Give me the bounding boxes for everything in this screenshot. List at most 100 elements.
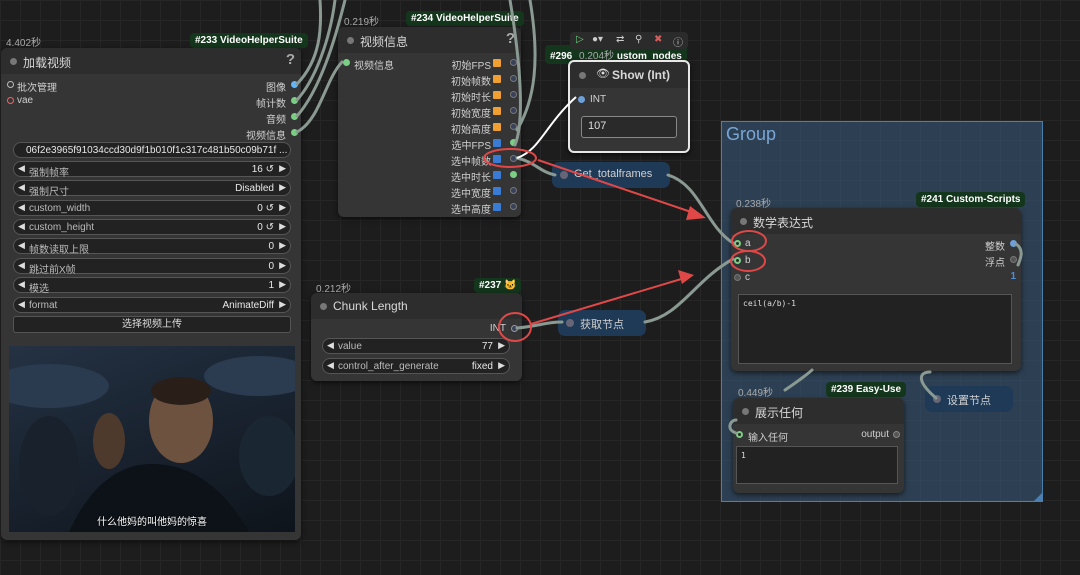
decrement-icon[interactable]: ◀ [18, 260, 25, 271]
help-icon[interactable]: ? [286, 51, 295, 68]
node239-header[interactable]: 展示任何 [733, 398, 904, 424]
set-node-dot[interactable] [933, 395, 941, 403]
force-rate-widget[interactable]: ◀ 强制帧率 16 ↺ ▶ [13, 161, 291, 179]
int-input-socket[interactable] [578, 96, 585, 103]
pin-icon[interactable]: ⚲ [635, 34, 642, 45]
float-output-socket[interactable] [1010, 256, 1017, 263]
bypass-icon[interactable]: ⇄ [616, 34, 624, 45]
selected-width-socket[interactable] [510, 187, 517, 194]
video-info-output-socket[interactable] [291, 129, 298, 136]
node239-collapse-dot[interactable] [742, 408, 749, 415]
control-after-generate-widget[interactable]: ◀ control_after_generate fixed ▶ [322, 358, 510, 374]
selected-height-socket[interactable] [510, 203, 517, 210]
initial-height-socket[interactable] [510, 123, 517, 130]
node-show-anything[interactable]: 展示任何 输入任何 output 1 [733, 398, 904, 493]
decrement-icon[interactable]: ◀ [18, 240, 25, 251]
select-nth-widget[interactable]: ◀ 模选 1 ▶ [13, 277, 291, 295]
group-title[interactable]: Group [726, 124, 776, 145]
expression-textarea[interactable]: ceil(a/b)-1 [738, 294, 1012, 364]
node-video-info[interactable]: 视频信息 ? 视频信息 初始FPS 初始帧数 初始时长 初始宽度 初始高度 选中… [338, 27, 521, 217]
node-show-int[interactable]: 👁 Show (Int) INT 107 [568, 60, 690, 153]
batch-input-socket[interactable] [7, 81, 14, 88]
vae-input-socket[interactable] [7, 97, 14, 104]
initial-width-socket[interactable] [510, 107, 517, 114]
decrement-icon[interactable]: ◀ [18, 202, 25, 213]
node296-header[interactable]: 👁 Show (Int) [570, 62, 688, 88]
chunk-value-widget[interactable]: ◀ value 77 ▶ [322, 338, 510, 354]
int-value-display[interactable]: 107 [581, 116, 677, 138]
increment-icon[interactable]: ▶ [279, 202, 286, 213]
node237-collapse-dot[interactable] [320, 303, 327, 310]
frame-count-output-socket[interactable] [291, 97, 298, 104]
node241-header[interactable]: 数学表达式 [731, 208, 1021, 234]
force-size-widget[interactable]: ◀ 强制尺寸 Disabled ▶ [13, 180, 291, 198]
increment-icon[interactable]: ▶ [279, 279, 286, 290]
set-node-node[interactable]: 设置节点 [925, 386, 1013, 412]
node234-exec-time: 0.219秒 [344, 17, 380, 28]
image-output-socket[interactable] [291, 81, 298, 88]
a-input-socket[interactable] [734, 240, 741, 247]
skip-frames-widget[interactable]: ◀ 跳过前X帧 0 ▶ [13, 258, 291, 276]
node296-collapse-dot[interactable] [579, 72, 586, 79]
get-node-node[interactable]: 获取节点 [558, 310, 646, 336]
node-chunk-length[interactable]: Chunk Length INT ◀ value 77 ▶ ◀ control_… [311, 293, 522, 381]
initial-frames-socket[interactable] [510, 75, 517, 82]
decrement-icon[interactable]: ◀ [18, 221, 25, 232]
node241-collapse-dot[interactable] [740, 218, 747, 225]
get-totalframes-dot[interactable] [560, 171, 568, 179]
video-filename: 06f2e3965f91034ccd30d9f1b010f1c317c481b5… [26, 145, 288, 156]
initial-fps-socket[interactable] [510, 59, 517, 66]
increment-icon[interactable]: ▶ [279, 240, 286, 251]
custom-width-widget[interactable]: ◀ custom_width 0 ↺ ▶ [13, 200, 291, 216]
node-toolbar[interactable]: ▷ ●▾ ⇄ ⚲ ✖ ⓘ [570, 32, 688, 49]
custom-height-widget[interactable]: ◀ custom_height 0 ↺ ▶ [13, 219, 291, 235]
output-socket[interactable] [893, 431, 900, 438]
play-icon[interactable]: ▷ [576, 34, 584, 45]
decrement-icon[interactable]: ◀ [327, 360, 334, 371]
node234-collapse-dot[interactable] [347, 37, 354, 44]
selected-fps-socket[interactable] [510, 139, 517, 146]
selected-frames-socket[interactable] [510, 155, 517, 162]
eye-icon: 👁 [596, 68, 610, 80]
get-node-dot[interactable] [566, 319, 574, 327]
increment-icon[interactable]: ▶ [279, 163, 286, 174]
get-totalframes-node[interactable]: Get_totalframes [552, 162, 670, 188]
int-output-socket[interactable] [511, 325, 518, 332]
c-input-socket[interactable] [734, 274, 741, 281]
any-input-socket[interactable] [736, 431, 743, 438]
decrement-icon[interactable]: ◀ [18, 182, 25, 193]
group-resize-handle[interactable] [1034, 493, 1042, 501]
format-widget[interactable]: ◀ format AnimateDiff ▶ [13, 297, 291, 313]
increment-icon[interactable]: ▶ [498, 340, 505, 351]
node234-header[interactable]: 视频信息 ? [338, 27, 521, 53]
node233-collapse-dot[interactable] [10, 58, 17, 65]
video-file-selector[interactable]: 06f2e3965f91034ccd30d9f1b010f1c317c481b5… [13, 142, 291, 158]
node-math-expression[interactable]: 数学表达式 a b c 整数 浮点 1 ceil(a/b)-1 [731, 208, 1021, 371]
frame-cap-widget[interactable]: ◀ 帧数读取上限 0 ▶ [13, 238, 291, 256]
video-preview[interactable]: 什么他妈的叫他妈的惊喜 [9, 346, 295, 532]
video-info-input-socket[interactable] [343, 59, 350, 66]
decrement-icon[interactable]: ◀ [18, 163, 25, 174]
display-textarea[interactable]: 1 [736, 446, 898, 484]
help-icon[interactable]: ? [506, 30, 515, 47]
b-input-socket[interactable] [734, 257, 741, 264]
delete-icon[interactable]: ✖ [654, 34, 662, 45]
increment-icon[interactable]: ▶ [279, 299, 286, 310]
upload-video-button[interactable]: 选择视频上传 [13, 316, 291, 333]
increment-icon[interactable]: ▶ [279, 260, 286, 271]
increment-icon[interactable]: ▶ [279, 182, 286, 193]
audio-output-socket[interactable] [291, 113, 298, 120]
node233-header[interactable]: 加载视频 ? [1, 48, 301, 74]
node237-header[interactable]: Chunk Length [311, 293, 522, 319]
int-output-socket[interactable] [1010, 240, 1017, 247]
color-picker-icon[interactable]: ●▾ [592, 34, 603, 45]
increment-icon[interactable]: ▶ [498, 360, 505, 371]
decrement-icon[interactable]: ◀ [327, 340, 334, 351]
decrement-icon[interactable]: ◀ [18, 299, 25, 310]
widget-label: custom_width [29, 203, 91, 214]
info-icon[interactable]: ⓘ [673, 34, 683, 49]
selected-duration-socket[interactable] [510, 171, 517, 178]
increment-icon[interactable]: ▶ [279, 221, 286, 232]
decrement-icon[interactable]: ◀ [18, 279, 25, 290]
initial-duration-socket[interactable] [510, 91, 517, 98]
